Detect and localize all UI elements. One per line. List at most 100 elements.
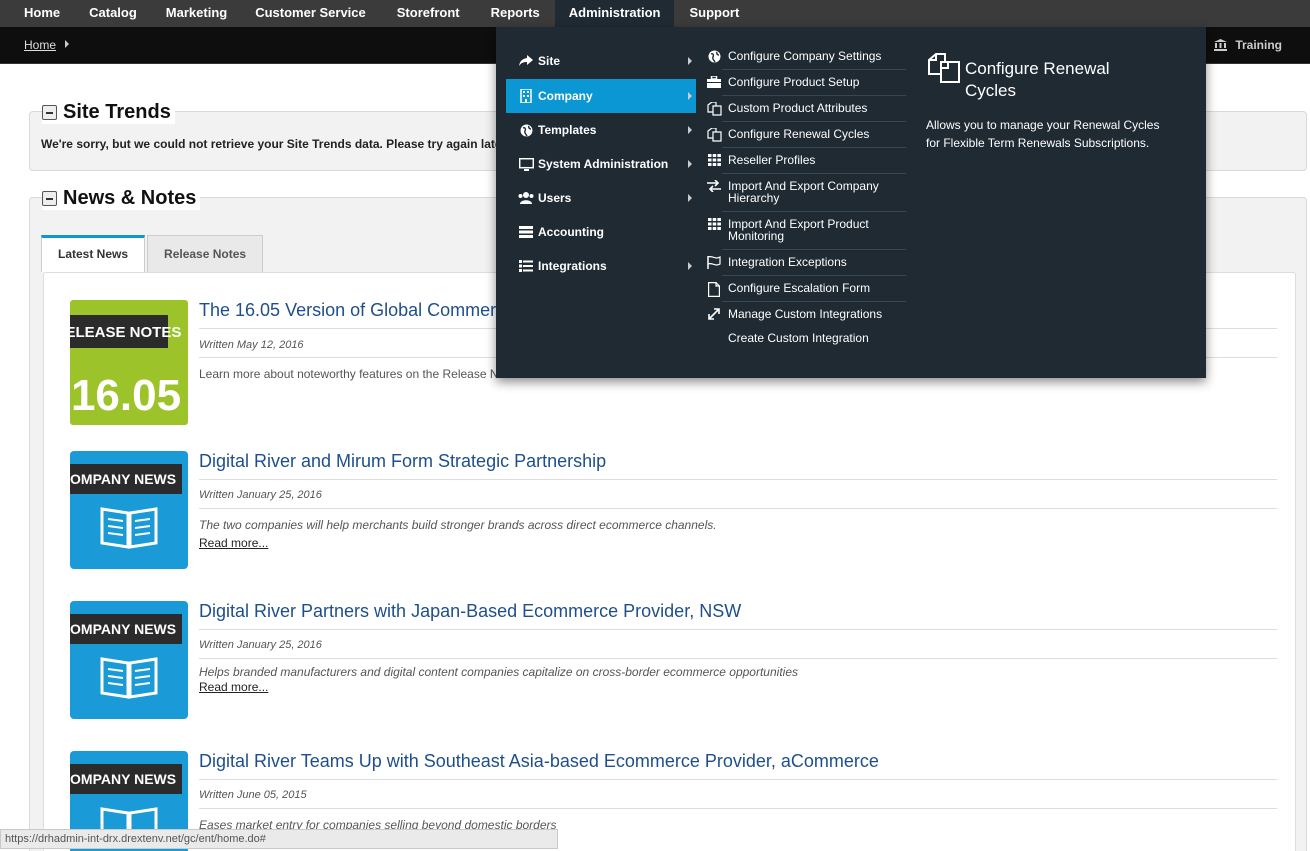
menu-item-import-export-product-monitoring[interactable]: Import And Export Product Monitoring [706, 218, 906, 242]
menu-item-integration-exceptions[interactable]: Integration Exceptions [706, 256, 906, 269]
divider [722, 249, 906, 250]
divider [199, 658, 1277, 659]
menu-item-custom-product-attributes[interactable]: Custom Product Attributes [706, 102, 906, 116]
menu-item-configure-product-setup[interactable]: Configure Product Setup [706, 76, 906, 88]
company-news-badge-icon: COMPANY NEWS [70, 451, 188, 569]
training-label: Training [1235, 38, 1282, 52]
building-icon [518, 89, 534, 103]
briefcase-icon [706, 76, 722, 88]
share-arrow-icon [518, 55, 534, 67]
news-title-link[interactable]: Digital River and Mirum Form Strategic P… [199, 451, 606, 472]
tab-latest-news[interactable]: Latest News [41, 235, 146, 272]
read-more-link[interactable]: Read more... [199, 536, 268, 550]
menu-detail-title: Configure Renewal Cycles [965, 59, 1110, 100]
read-more-link[interactable]: Read more... [199, 680, 268, 694]
swap-icon [706, 180, 722, 192]
chevron-right-icon [688, 194, 692, 202]
menu-item-configure-company-settings[interactable]: Configure Company Settings [706, 50, 906, 63]
menu-category-label: Users [538, 191, 572, 205]
divider [199, 779, 1277, 780]
news-date: Written January 25, 2016 [199, 489, 322, 501]
chevron-right-icon [688, 262, 692, 270]
monitor-icon [518, 157, 534, 171]
chevron-right-icon [688, 57, 692, 65]
menu-item-label: Integration Exceptions [728, 255, 847, 269]
chevron-right-icon [688, 92, 692, 100]
globe-icon [706, 50, 722, 63]
menu-item-label: Configure Escalation Form [728, 281, 871, 295]
news-title-link[interactable]: Digital River Teams Up with Southeast As… [199, 751, 879, 772]
menu-category-company[interactable]: Company [506, 79, 696, 113]
menu-category-label: Integrations [538, 259, 607, 273]
copy-icon [706, 128, 722, 142]
menu-item-configure-renewal-cycles[interactable]: Configure Renewal Cycles [706, 128, 906, 142]
divider [722, 121, 906, 122]
grid-icon [706, 218, 722, 230]
news-notes-title: News & Notes [63, 187, 197, 209]
nav-customer-service[interactable]: Customer Service [242, 0, 382, 27]
badge-label: COMPANY NEWS [70, 771, 176, 787]
divider [722, 69, 906, 70]
nav-storefront[interactable]: Storefront [382, 0, 476, 27]
menu-category-label: Templates [538, 123, 597, 137]
top-nav: Home Catalog Marketing Customer Service … [0, 0, 1310, 27]
menu-category-integrations[interactable]: Integrations [506, 249, 696, 283]
divider [722, 173, 906, 174]
ledger-icon [518, 226, 534, 238]
menu-item-label: Configure Renewal Cycles [728, 127, 870, 141]
menu-category-site[interactable]: Site [506, 44, 696, 78]
site-trends-header: Site Trends [42, 101, 175, 124]
list-icon [518, 260, 534, 272]
menu-detail-description: Allows you to manage your Renewal Cycles… [926, 118, 1160, 150]
menu-category-system-administration[interactable]: System Administration [506, 147, 696, 181]
divider [199, 629, 1277, 630]
menu-item-label: Reseller Profiles [728, 153, 816, 167]
divider [722, 95, 906, 96]
badge-label: COMPANY NEWS [70, 471, 176, 487]
menu-category-users[interactable]: Users [506, 181, 696, 215]
breadcrumb-home-link[interactable]: Home [24, 38, 56, 52]
nav-home[interactable]: Home [0, 0, 76, 27]
collapse-icon[interactable] [42, 105, 57, 120]
grid-icon [706, 154, 722, 166]
site-trends-title: Site Trends [63, 101, 171, 123]
release-notes-badge-icon: RELEASE NOTES 16.05 [70, 300, 188, 425]
nav-administration[interactable]: Administration [554, 0, 675, 27]
flag-icon [706, 256, 722, 269]
copy-icon [928, 53, 960, 83]
menu-category-label: Company [538, 89, 593, 103]
news-date: Written June 05, 2015 [199, 789, 307, 801]
badge-label: RELEASE NOTES [70, 324, 181, 341]
tab-release-notes[interactable]: Release Notes [147, 235, 264, 272]
menu-item-reseller-profiles[interactable]: Reseller Profiles [706, 154, 906, 166]
browser-status-bar: https://drhadmin-int-drx.drextenv.net/gc… [0, 829, 558, 849]
menu-item-manage-custom-integrations[interactable]: Manage Custom Integrations [706, 308, 906, 320]
menu-item-configure-escalation-form[interactable]: Configure Escalation Form [706, 282, 906, 297]
news-description: Helps branded manufacturers and digital … [199, 665, 798, 679]
resize-icon [706, 308, 722, 320]
training-link[interactable]: Training [1214, 38, 1282, 52]
chevron-right-icon [688, 160, 692, 168]
menu-item-import-export-company-hierarchy[interactable]: Import And Export Company Hierarchy [706, 180, 906, 204]
divider [722, 275, 906, 276]
menu-item-label: Import And Export Product Monitoring [728, 217, 869, 243]
menu-item-label: Import And Export Company Hierarchy [728, 179, 879, 205]
news-date: Written January 25, 2016 [199, 639, 322, 651]
nav-marketing[interactable]: Marketing [153, 0, 242, 27]
badge-number: 16.05 [71, 371, 181, 420]
news-title-link[interactable]: Digital River Partners with Japan-Based … [199, 601, 741, 622]
menu-item-label: Custom Product Attributes [728, 101, 868, 115]
collapse-icon[interactable] [42, 191, 57, 206]
menu-category-label: System Administration [538, 157, 669, 171]
menu-item-create-custom-integration[interactable]: Create Custom Integration [706, 332, 906, 344]
nav-reports[interactable]: Reports [476, 0, 555, 27]
news-notes-header: News & Notes [42, 187, 201, 210]
nav-catalog[interactable]: Catalog [76, 0, 153, 27]
copy-icon [706, 102, 722, 116]
menu-category-accounting[interactable]: Accounting [506, 215, 696, 249]
divider [722, 301, 906, 302]
menu-category-label: Accounting [538, 225, 604, 239]
menu-category-templates[interactable]: Templates [506, 113, 696, 147]
menu-item-label: Configure Company Settings [728, 49, 882, 63]
nav-support[interactable]: Support [674, 0, 754, 27]
